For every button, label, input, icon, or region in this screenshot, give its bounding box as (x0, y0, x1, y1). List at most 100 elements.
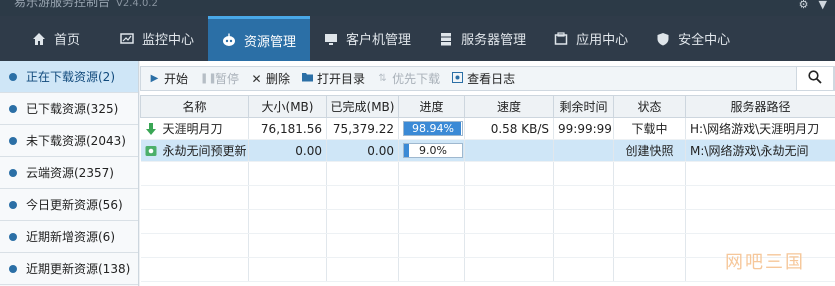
table-row[interactable]: 永劫无间预更新 0.00 0.00 9.0% 创建快照 M:\网络游戏\永劫无间 (140, 139, 835, 162)
nav-servers-label: 服务器管理 (461, 33, 527, 48)
bullet-icon (9, 232, 17, 241)
bullet-icon (9, 136, 17, 145)
priority-label: 优先下载 (392, 72, 441, 86)
table-header: 名称 大小(MB) 已完成(MB) 进度 速度 剩余时间 状态 服务器路径 (140, 95, 835, 118)
open-dir-label: 打开目录 (317, 72, 366, 86)
client-monitor-icon (324, 32, 338, 46)
folder-icon (302, 72, 314, 85)
view-log-label: 查看日志 (467, 72, 516, 86)
col-status[interactable]: 状态 (613, 95, 686, 118)
nav-resources[interactable]: 资源管理 (208, 16, 311, 61)
cell-name: 天涯明月刀 (140, 117, 249, 140)
sidebar-item-label: 未下载资源(2043) (26, 134, 126, 148)
pause-button[interactable]: ❚❚ 暂停 (200, 70, 239, 87)
bullet-icon (9, 264, 17, 273)
sidebar-item-label: 云端资源(2357) (26, 166, 114, 180)
sidebar-item-label: 近期更新资源(138) (26, 262, 131, 276)
sidebar-item-cloud[interactable]: 云端资源(2357) (0, 157, 138, 189)
cell-progress: 9.0% (398, 139, 465, 162)
resource-robot-icon (222, 33, 236, 47)
table-row[interactable]: 天涯明月刀 76,181.56 75,379.22 98.94% 0.58 KB… (140, 117, 835, 140)
snapshot-icon (145, 145, 157, 157)
table-row-empty (140, 185, 835, 210)
col-done[interactable]: 已完成(MB) (326, 95, 399, 118)
priority-icon: ⇅ (378, 73, 387, 84)
nav-home-label: 首页 (54, 33, 81, 48)
title-bar: 易乐游服务控制台 V2.4.0.2 ⚙ ▼ (0, 0, 835, 16)
progress-bar: 98.94% (403, 121, 463, 136)
cell-size: 76,181.56 (248, 117, 327, 140)
nav-monitor-label: 监控中心 (142, 33, 195, 48)
nav-clients[interactable]: 客户机管理 (310, 16, 425, 61)
sidebar-item-downloading[interactable]: 正在下载资源(2) (0, 61, 138, 93)
main-panel: ▶ 开始 ❚❚ 暂停 ✕ 删除 打开目录 ⇅ 优先下载 查看日志 名称 大小(MB) 已… (140, 61, 835, 286)
main-nav: 首页 监控中心 资源管理 客户机管理 服务器管理 应用中心 安全中心 (0, 16, 835, 61)
col-remaining[interactable]: 剩余时间 (553, 95, 614, 118)
cell-status: 下载中 (613, 117, 686, 140)
nav-resources-label: 资源管理 (244, 34, 297, 50)
resource-name: 天涯明月刀 (162, 122, 223, 136)
nav-security[interactable]: 安全中心 (642, 16, 744, 61)
bullet-icon (9, 72, 17, 81)
col-path[interactable]: 服务器路径 (685, 95, 835, 118)
table-row-empty (140, 161, 835, 186)
delete-label: 删除 (266, 72, 291, 86)
sidebar-item-not-downloaded[interactable]: 未下载资源(2043) (0, 125, 138, 157)
progress-bar: 9.0% (403, 143, 463, 158)
window-controls: ⚙ ▼ (799, 0, 827, 11)
col-speed[interactable]: 速度 (464, 95, 554, 118)
progress-label: 9.0% (419, 144, 447, 157)
sidebar-item-label: 已下载资源(325) (26, 102, 119, 116)
app-box-icon (554, 31, 568, 46)
cell-path: M:\网络游戏\永劫无间 (685, 139, 835, 162)
sidebar-item-recent-added[interactable]: 近期新增资源(6) (0, 221, 138, 253)
cell-remaining: 99:99:99 (553, 117, 614, 140)
view-log-button[interactable]: 查看日志 (452, 70, 515, 87)
nav-apps[interactable]: 应用中心 (540, 16, 642, 61)
minimize-icon[interactable]: ▼ (819, 0, 827, 11)
pause-icon: ❚❚ (200, 73, 217, 84)
progress-label: 98.94% (412, 122, 454, 135)
delete-button[interactable]: ✕ 删除 (251, 70, 291, 87)
toolbar: ▶ 开始 ❚❚ 暂停 ✕ 删除 打开目录 ⇅ 优先下载 查看日志 (140, 66, 835, 91)
home-icon (32, 32, 46, 46)
close-icon: ✕ (251, 71, 262, 86)
cell-size: 0.00 (248, 139, 327, 162)
search-icon (808, 70, 822, 87)
cell-speed (464, 139, 554, 162)
play-icon: ▶ (150, 73, 159, 84)
sidebar-item-downloaded[interactable]: 已下载资源(325) (0, 93, 138, 125)
col-name[interactable]: 名称 (140, 95, 249, 118)
table-row-empty (140, 209, 835, 234)
open-dir-button[interactable]: 打开目录 (302, 70, 365, 87)
search-button[interactable] (796, 66, 834, 91)
watermark-logo: 网吧三国 (725, 252, 805, 273)
col-progress[interactable]: 进度 (398, 95, 465, 118)
col-size[interactable]: 大小(MB) (248, 95, 327, 118)
app-version: V2.4.0.2 (116, 0, 158, 9)
sidebar-item-label: 今日更新资源(56) (26, 198, 123, 212)
app-window: 易乐游服务控制台 V2.4.0.2 ⚙ ▼ 首页 监控中心 资源管理 客户机管理 … (0, 0, 835, 286)
priority-download-button[interactable]: ⇅ 优先下载 (377, 70, 440, 87)
bullet-icon (9, 200, 17, 209)
sidebar-item-label: 正在下载资源(2) (26, 70, 115, 84)
log-icon (452, 71, 464, 86)
sidebar-item-label: 近期新增资源(6) (26, 230, 115, 244)
cell-path: H:\网络游戏\天涯明月刀 (685, 117, 835, 140)
monitor-chart-icon (120, 32, 134, 46)
sidebar-item-today-updated[interactable]: 今日更新资源(56) (0, 189, 138, 221)
start-button[interactable]: ▶ 开始 (149, 70, 188, 87)
cell-speed: 0.58 KB/S (464, 117, 554, 140)
download-arrow-icon (145, 122, 157, 135)
cell-name: 永劫无间预更新 (140, 139, 249, 162)
nav-home[interactable]: 首页 (18, 16, 94, 61)
nav-clients-label: 客户机管理 (346, 33, 412, 48)
bullet-icon (9, 104, 17, 113)
sidebar-item-recent-updated[interactable]: 近期更新资源(138) (0, 253, 138, 285)
nav-servers[interactable]: 服务器管理 (425, 16, 540, 61)
start-label: 开始 (164, 72, 189, 86)
nav-monitor[interactable]: 监控中心 (106, 16, 208, 61)
settings-icon[interactable]: ⚙ (799, 0, 809, 11)
bullet-icon (9, 168, 17, 177)
resource-name: 永劫无间预更新 (162, 144, 247, 158)
